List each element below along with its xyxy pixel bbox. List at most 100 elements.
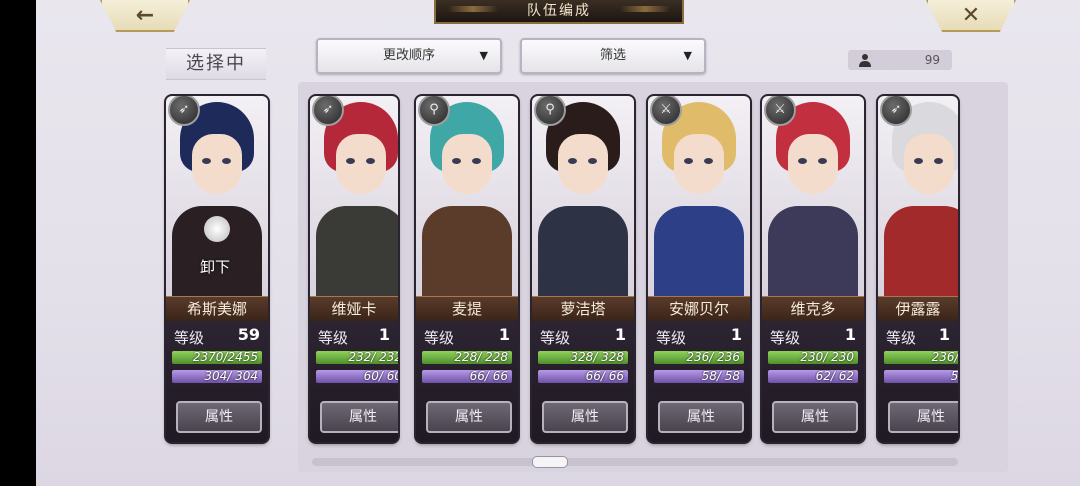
level-label: 等级 [770, 329, 801, 347]
character-card[interactable]: ➶ 希斯美娜 等级 59 2370/2455 304/ 304 属性 卸下 [166, 96, 268, 442]
sort-dropdown-label: 更改顺序 [382, 48, 435, 63]
level-value: 1 [614, 325, 626, 344]
level-label: 等级 [886, 329, 917, 347]
level-label: 等级 [656, 329, 687, 347]
mp-bar: 58/ 58 [654, 370, 744, 383]
mp-bar: 66/ 66 [422, 370, 512, 383]
mp-bar: 66/ 66 [538, 370, 628, 383]
page-title: 队伍编成 [527, 3, 591, 19]
character-stats: 等级 1 232/ 232 60/ 60 属性 [310, 321, 398, 442]
character-name: 伊露露 [878, 296, 958, 322]
portrait-eye [202, 158, 211, 164]
attribute-button[interactable]: 属性 [320, 401, 398, 433]
attribute-button[interactable]: 属性 [888, 401, 958, 433]
remove-label[interactable]: 卸下 [200, 256, 230, 277]
attribute-button[interactable]: 属性 [772, 401, 858, 433]
level-value: 1 [730, 325, 742, 344]
hp-bar: 236/ 236 [654, 351, 744, 364]
attribute-button[interactable]: 属性 [542, 401, 628, 433]
attribute-button[interactable]: 属性 [658, 401, 744, 433]
portrait-face [788, 134, 838, 194]
owned-count: 99 [924, 53, 940, 67]
level-value: 1 [938, 325, 950, 344]
title-ornament-right [620, 6, 670, 12]
selected-section-label: 选择中 [166, 48, 266, 80]
hp-bar: 2370/2455 [172, 351, 262, 364]
character-portrait [310, 96, 398, 296]
level-label: 等级 [424, 329, 455, 347]
character-name: 萝洁塔 [532, 296, 634, 322]
character-stats: 等级 1 236/ 2 58/ 属性 [878, 321, 958, 442]
game-screen: ← 队伍编成 ✕ 选择中 更改顺序 ▼ 筛选 ▼ 99 ➶ 希斯美娜 等级 59… [36, 0, 1080, 486]
character-name: 希斯美娜 [166, 296, 268, 322]
hp-bar: 228/ 228 [422, 351, 512, 364]
level-label: 等级 [174, 329, 205, 347]
character-name: 安娜贝尔 [648, 296, 750, 322]
scrollbar-thumb[interactable] [532, 456, 568, 468]
character-stats: 等级 1 328/ 328 66/ 66 属性 [532, 321, 634, 442]
portrait-eye [798, 158, 807, 164]
character-card[interactable]: ➶ 伊露露 等级 1 236/ 2 58/ 属性 [878, 96, 958, 442]
character-card[interactable]: ⚔ 维克多 等级 1 230/ 230 62/ 62 属性 [762, 96, 864, 442]
character-portrait [762, 96, 864, 296]
character-name: 维娅卡 [310, 296, 398, 322]
character-portrait [878, 96, 958, 296]
character-portrait [648, 96, 750, 296]
attribute-button[interactable]: 属性 [176, 401, 262, 433]
portrait-eye [366, 158, 375, 164]
portrait-eye [704, 158, 713, 164]
hp-bar: 328/ 328 [538, 351, 628, 364]
page-title-bar: 队伍编成 [434, 0, 684, 24]
character-name: 维克多 [762, 296, 864, 322]
title-ornament-left [448, 6, 498, 12]
hp-bar: 230/ 230 [768, 351, 858, 364]
back-arrow-icon: ← [135, 2, 155, 28]
level-label: 等级 [318, 329, 349, 347]
close-button[interactable]: ✕ [926, 0, 1016, 32]
portrait-eye [588, 158, 597, 164]
character-card[interactable]: ⚲ 麦提 等级 1 228/ 228 66/ 66 属性 [416, 96, 518, 442]
mp-bar: 62/ 62 [768, 370, 858, 383]
chevron-down-icon: ▼ [683, 49, 692, 62]
hp-bar: 236/ 2 [884, 351, 958, 364]
owned-count-badge: 99 [848, 50, 952, 70]
level-value: 1 [498, 325, 510, 344]
portrait-outfit [654, 206, 744, 296]
level-value: 59 [237, 325, 260, 344]
portrait-face [558, 134, 608, 194]
portrait-outfit [316, 206, 398, 296]
roster-scrollbar[interactable] [312, 458, 958, 466]
sort-dropdown[interactable]: 更改顺序 ▼ [316, 38, 502, 74]
portrait-eye [472, 158, 481, 164]
mp-bar: 304/ 304 [172, 370, 262, 383]
filter-dropdown[interactable]: 筛选 ▼ [520, 38, 706, 74]
portrait-eye [934, 158, 943, 164]
back-button[interactable]: ← [100, 0, 190, 32]
character-stats: 等级 59 2370/2455 304/ 304 属性 [166, 321, 268, 442]
portrait-face [674, 134, 724, 194]
filter-dropdown-label: 筛选 [599, 48, 626, 63]
character-stats: 等级 1 236/ 236 58/ 58 属性 [648, 321, 750, 442]
level-value: 1 [378, 325, 390, 344]
character-card[interactable]: ⚲ 萝洁塔 等级 1 328/ 328 66/ 66 属性 [532, 96, 634, 442]
portrait-eye [346, 158, 355, 164]
portrait-eye [452, 158, 461, 164]
portrait-eye [818, 158, 827, 164]
close-icon: ✕ [961, 2, 981, 28]
portrait-face [442, 134, 492, 194]
portrait-eye [684, 158, 693, 164]
chevron-down-icon: ▼ [479, 49, 488, 62]
portrait-face [336, 134, 386, 194]
character-stats: 等级 1 228/ 228 66/ 66 属性 [416, 321, 518, 442]
level-value: 1 [844, 325, 856, 344]
level-label: 等级 [540, 329, 571, 347]
attribute-button[interactable]: 属性 [426, 401, 512, 433]
character-portrait [416, 96, 518, 296]
character-portrait [532, 96, 634, 296]
character-name: 麦提 [416, 296, 518, 322]
portrait-outfit [538, 206, 628, 296]
portrait-outfit [768, 206, 858, 296]
mp-bar: 58/ [884, 370, 958, 383]
character-card[interactable]: ➶ 维娅卡 等级 1 232/ 232 60/ 60 属性 [310, 96, 398, 442]
character-card[interactable]: ⚔ 安娜贝尔 等级 1 236/ 236 58/ 58 属性 [648, 96, 750, 442]
